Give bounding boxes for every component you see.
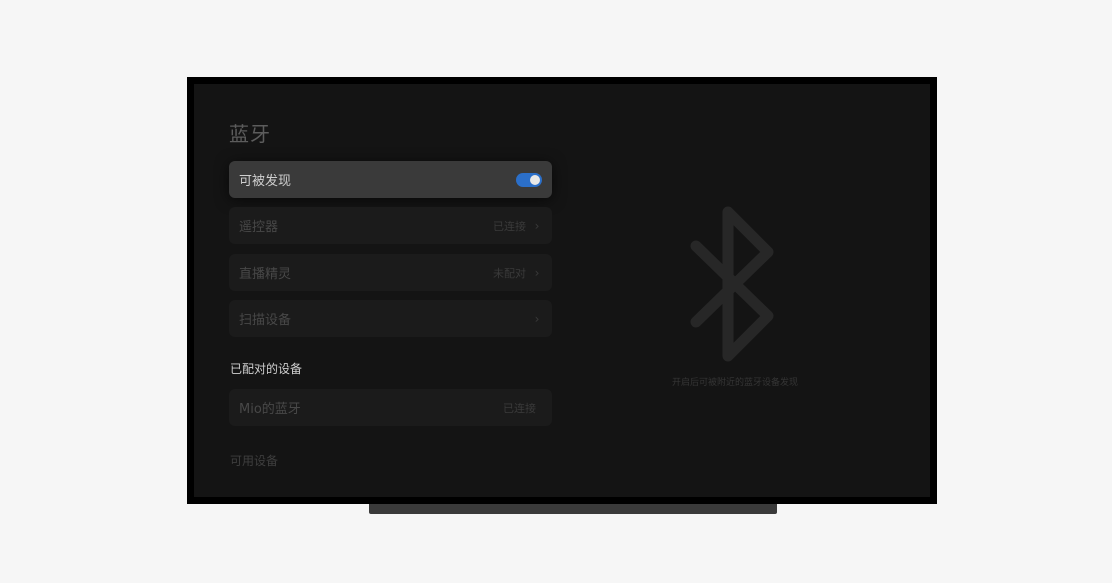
paired-device-row[interactable]: Mio的蓝牙 已连接 — [229, 389, 552, 426]
toggle-knob — [530, 174, 540, 185]
live-assistant-row[interactable]: 直播精灵 未配对 › — [229, 254, 552, 291]
remote-control-status: 已连接 — [493, 219, 526, 233]
remote-control-label: 遥控器 — [239, 220, 279, 235]
remote-control-row[interactable]: 遥控器 已连接 › — [229, 207, 552, 244]
chevron-right-icon: › — [534, 218, 540, 233]
paired-device-status: 已连接 — [503, 401, 536, 415]
discoverable-label: 可被发现 — [239, 174, 292, 189]
discoverable-toggle-row[interactable]: 可被发现 — [229, 161, 552, 198]
page-title: 蓝牙 — [229, 122, 271, 146]
chevron-right-icon: › — [534, 265, 540, 280]
bluetooth-icon — [690, 206, 774, 362]
live-assistant-status: 未配对 — [493, 266, 526, 280]
live-assistant-label: 直播精灵 — [239, 267, 292, 282]
tv-frame: 蓝牙 可被发现 遥控器 已连接 › 直播精灵 未配对 › 扫描设备 › 已配对的… — [187, 77, 937, 504]
tv-screen: 蓝牙 可被发现 遥控器 已连接 › 直播精灵 未配对 › 扫描设备 › 已配对的… — [194, 84, 930, 497]
scan-devices-label: 扫描设备 — [239, 313, 292, 328]
chevron-right-icon: › — [534, 311, 540, 326]
discoverable-toggle[interactable] — [516, 172, 542, 187]
paired-device-name: Mio的蓝牙 — [239, 402, 301, 417]
paired-devices-header: 已配对的设备 — [230, 362, 303, 376]
available-devices-header: 可用设备 — [230, 454, 279, 468]
tv-stand — [369, 504, 777, 514]
bluetooth-empty-hint: 开启后可被附近的蓝牙设备发现 — [671, 378, 798, 388]
scan-devices-row[interactable]: 扫描设备 › — [229, 300, 552, 337]
